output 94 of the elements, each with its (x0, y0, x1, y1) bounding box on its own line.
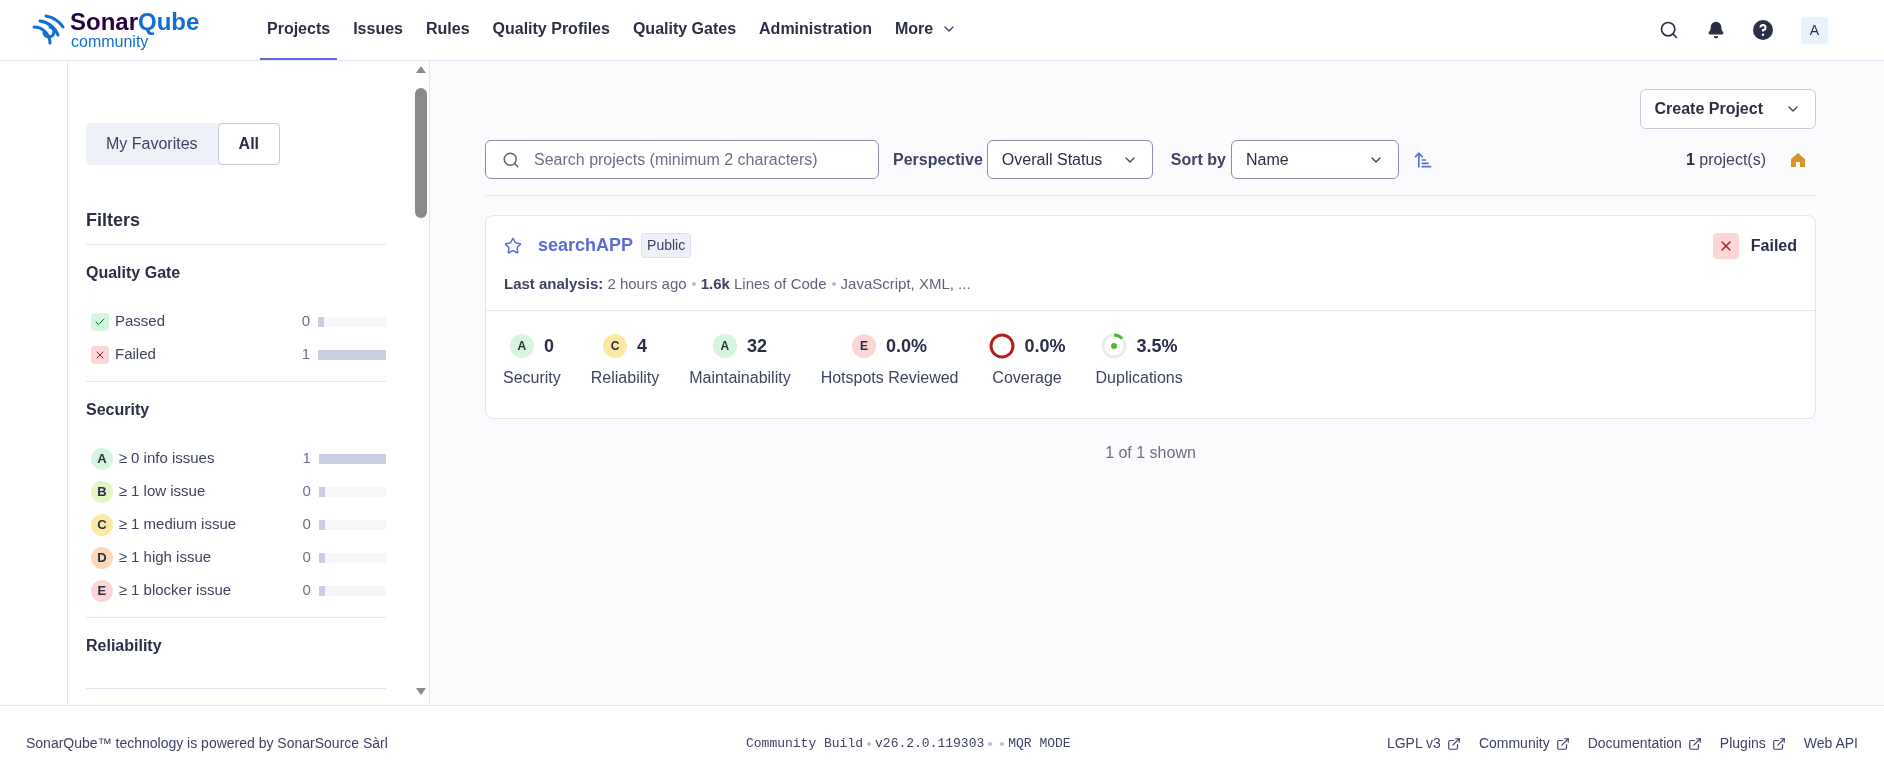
nav-tab[interactable]: Quality Profiles (485, 0, 617, 60)
perspective-select[interactable]: Overall Status (986, 140, 1153, 179)
rating-badge: B (91, 480, 113, 503)
bell-icon[interactable] (1707, 21, 1725, 39)
filter-option[interactable]: Failed 1 (86, 338, 386, 371)
metric-value: 0.0% (1024, 334, 1066, 358)
build-info: Community Build (746, 734, 864, 753)
favorites-toggle[interactable]: My Favorites (86, 123, 218, 165)
search-icon (502, 150, 520, 169)
nav-tab[interactable]: Quality Gates (625, 0, 744, 60)
metric-label: Reliability (590, 367, 660, 388)
rating-badge: A (712, 334, 737, 358)
filter-label: ≥ 0 info issues (118, 448, 216, 469)
shown-count: 1 of 1 shown (1104, 442, 1197, 463)
filter-section-title: Reliability (86, 636, 163, 656)
filters-heading: Filters (86, 207, 386, 245)
filter-count: 1 (300, 344, 310, 365)
filter-count: 1 (301, 448, 311, 469)
project-link[interactable]: searchAPP (538, 232, 634, 259)
duplication-ring-icon (1100, 333, 1127, 359)
metric-label: Security (503, 367, 561, 388)
logo-wordmark[interactable]: SonarQube (70, 10, 200, 34)
metric-label: Maintainability (689, 367, 791, 388)
build-info: v26.2.0.119303 (875, 734, 985, 753)
filter-option[interactable]: B ≥ 1 low issue 0 (86, 475, 386, 508)
footer-text: SonarQube™ technology is powered by SonarSource Sàrl (26, 734, 389, 753)
filter-count: 0 (301, 547, 311, 568)
create-project-button[interactable]: Create Project (1639, 89, 1816, 129)
footer-link[interactable]: Plugins (1719, 733, 1786, 754)
star-icon[interactable] (504, 236, 522, 255)
rating-badge: E (91, 579, 113, 602)
logo-icon (30, 13, 66, 47)
metric-value: 0.0% (886, 334, 928, 358)
project-count: 1 project(s) (1685, 149, 1766, 170)
favorites-toggle[interactable]: All (217, 123, 281, 165)
rating-badge: E (852, 334, 877, 358)
home-icon[interactable] (1790, 151, 1806, 168)
project-meta: JavaScript, XML, ... (840, 274, 971, 294)
rating-badge: A (91, 447, 113, 470)
search-input[interactable]: Search projects (minimum 2 characters) (534, 147, 862, 172)
filter-label: ≥ 1 high issue (118, 547, 213, 568)
project-meta: 1.6k Lines of Code (700, 274, 827, 294)
sort-label: Sort by (1170, 149, 1226, 170)
external-link-icon (1771, 736, 1786, 751)
filter-option[interactable]: C ≥ 1 medium issue 0 (86, 508, 386, 541)
external-link-icon (1687, 736, 1702, 751)
rating-badge: D (91, 546, 113, 569)
filter-option[interactable]: A ≥ 0 info issues 1 (86, 442, 386, 475)
search-icon[interactable] (1659, 20, 1679, 40)
build-info: MQR MODE (1008, 734, 1071, 753)
metric-value: 32 (746, 334, 767, 358)
filter-section-title: Quality Gate (86, 263, 182, 283)
external-link-icon (1446, 736, 1461, 751)
project-meta: Last analysis: 2 hours ago (504, 274, 687, 294)
metric-label: Coverage (992, 367, 1062, 388)
filter-count: 0 (301, 481, 311, 502)
visibility-tag: Public (641, 233, 692, 258)
footer-link[interactable]: Community (1478, 733, 1570, 754)
nav-tab[interactable]: Rules (418, 0, 477, 60)
footer-link[interactable]: Documentation (1587, 733, 1702, 754)
footer-link[interactable]: LGPL v3 (1386, 733, 1461, 754)
filter-option[interactable]: D ≥ 1 high issue 0 (86, 541, 386, 574)
nav-tab[interactable]: More (887, 0, 965, 60)
filter-label: ≥ 1 low issue (118, 481, 207, 502)
user-avatar[interactable]: A (1801, 16, 1828, 44)
coverage-ring-icon (988, 333, 1015, 359)
nav-tab[interactable]: Issues (346, 0, 410, 60)
search-field[interactable]: Search projects (minimum 2 characters) (485, 140, 879, 179)
nav-tab[interactable]: Administration (752, 0, 879, 60)
filter-section-title: Security (86, 400, 151, 420)
filter-label: Passed (115, 311, 167, 332)
rating-badge: A (509, 334, 534, 358)
metric-value: 0 (543, 334, 554, 358)
quality-gate-status: Failed (1750, 235, 1797, 256)
metric-label: Duplications (1095, 367, 1183, 388)
rating-badge: C (91, 513, 113, 536)
filter-label: Failed (115, 344, 157, 365)
filter-label: ≥ 1 blocker issue (118, 580, 233, 601)
filter-count: 0 (300, 311, 310, 332)
rating-badge: C (603, 334, 627, 358)
filter-count: 0 (301, 580, 311, 601)
help-icon[interactable] (1753, 20, 1773, 40)
filter-count: 0 (301, 514, 311, 535)
footer-link[interactable]: Web API (1803, 733, 1858, 754)
metric-value: 4 (637, 334, 648, 358)
filter-option[interactable]: Passed 0 (86, 305, 386, 338)
metric-value: 3.5% (1136, 334, 1178, 358)
filter-label: ≥ 1 medium issue (118, 514, 238, 535)
external-link-icon (1555, 736, 1570, 751)
filter-option[interactable]: E ≥ 1 blocker issue 0 (86, 574, 386, 607)
perspective-label: Perspective (893, 149, 983, 170)
sort-select[interactable]: Name (1230, 140, 1399, 179)
metric-label: Hotspots Reviewed (820, 367, 959, 388)
logo-subtitle: community (71, 34, 149, 50)
